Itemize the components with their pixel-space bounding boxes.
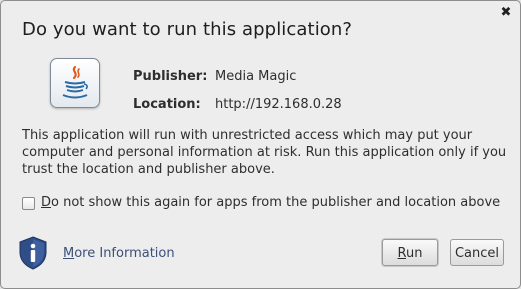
run-application-dialog: ✖ Do you want to run this application? P…: [0, 0, 521, 289]
dialog-title: Do you want to run this application?: [22, 19, 353, 40]
more-info-mnemonic: M: [63, 246, 75, 261]
cancel-button[interactable]: Cancel: [450, 239, 504, 266]
checkbox-label-text: o not show this again for apps from the …: [51, 195, 501, 210]
do-not-show-again-label[interactable]: Do not show this again for apps from the…: [41, 195, 500, 210]
more-info-text: ore Information: [74, 246, 175, 261]
close-icon[interactable]: ✖: [498, 5, 514, 21]
location-label: Location:: [133, 97, 201, 112]
shield-info-icon: [18, 236, 48, 270]
run-button[interactable]: Run: [382, 239, 438, 266]
publisher-value: Media Magic: [215, 69, 297, 84]
java-logo-icon: [50, 58, 100, 108]
location-value: http://192.168.0.28: [215, 97, 342, 112]
run-label-rest: un: [405, 246, 423, 261]
run-mnemonic: R: [397, 246, 406, 261]
security-warning-message: This application will run with unrestric…: [22, 128, 507, 177]
publisher-label: Publisher:: [133, 69, 208, 84]
do-not-show-again-checkbox[interactable]: [22, 197, 35, 210]
more-information-link[interactable]: More Information: [63, 246, 175, 261]
checkbox-mnemonic: D: [41, 195, 52, 210]
